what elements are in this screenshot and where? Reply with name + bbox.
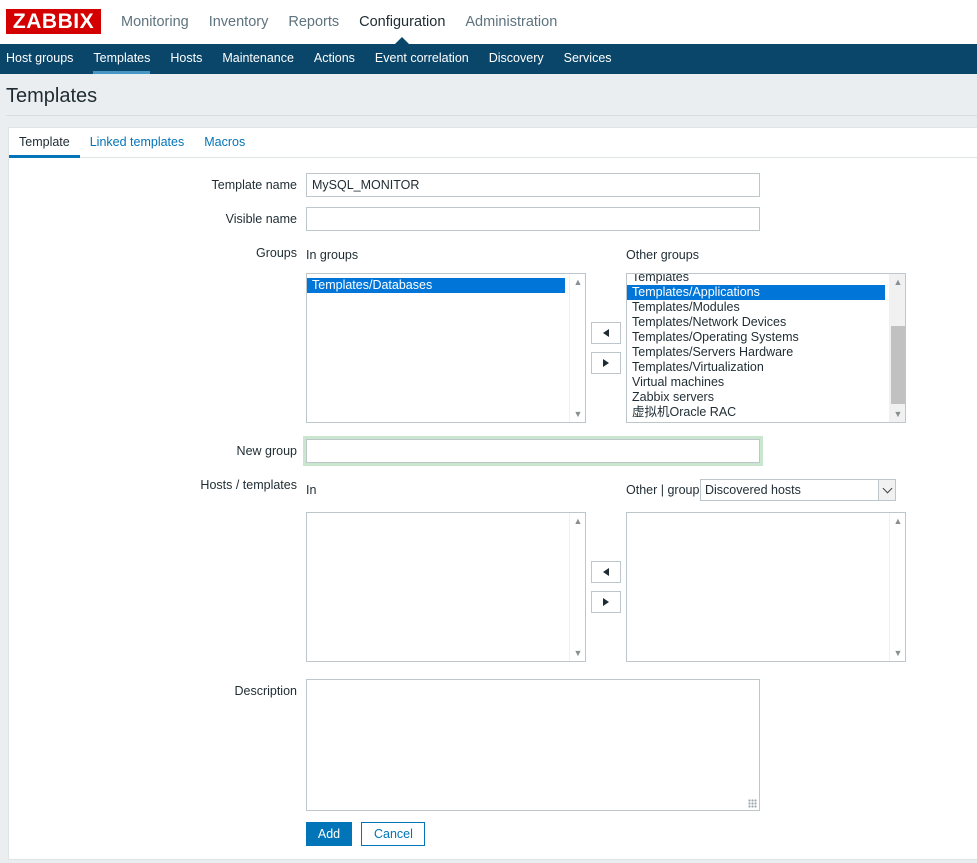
other-groups-scrollbar[interactable]: ▲ ▼ (889, 274, 905, 422)
scroll-thumb[interactable] (891, 326, 905, 404)
other-group-select[interactable]: Discovered hosts (700, 479, 896, 501)
resize-grip-icon[interactable] (748, 799, 757, 808)
dropdown-chevron-icon[interactable] (878, 480, 895, 500)
main-nav: Monitoring Inventory Reports Configurati… (111, 0, 567, 44)
subnav-hosts[interactable]: Hosts (160, 44, 212, 74)
in-groups-option[interactable]: Templates/Databases (307, 278, 565, 293)
scroll-up-icon[interactable]: ▲ (890, 513, 905, 529)
in-label: In (306, 483, 317, 497)
new-group-label: New group (236, 444, 297, 458)
nav-inventory[interactable]: Inventory (199, 0, 279, 44)
other-group-option[interactable]: Virtual machines (627, 375, 885, 390)
template-name-label: Template name (211, 178, 297, 192)
hosts-templates-label: Hosts / templates (200, 478, 297, 492)
tab-linked-templates[interactable]: Linked templates (80, 128, 195, 158)
scroll-up-icon[interactable]: ▲ (570, 274, 585, 290)
other-group-option[interactable]: Templates/Network Devices (627, 315, 885, 330)
nav-administration[interactable]: Administration (455, 0, 567, 44)
move-host-right-button[interactable] (591, 591, 621, 613)
in-groups-label: In groups (306, 248, 359, 262)
nav-configuration-label: Configuration (359, 14, 446, 30)
in-groups-list[interactable]: Templates/Databases ▲ ▼ (306, 273, 586, 423)
other-groups-list[interactable]: Templates Templates/Applications Templat… (626, 273, 906, 423)
move-host-left-button[interactable] (591, 561, 621, 583)
other-group-option[interactable]: Templates/Virtualization (627, 360, 885, 375)
template-name-input[interactable]: MySQL_MONITOR (306, 173, 760, 197)
arrow-right-icon (603, 598, 609, 606)
scroll-up-icon[interactable]: ▲ (570, 513, 585, 529)
description-label: Description (234, 684, 297, 698)
other-group-label: Other | group (626, 483, 700, 497)
zabbix-logo[interactable]: ZABBIX (6, 9, 101, 34)
other-group-option[interactable]: Templates/Servers Hardware (627, 345, 885, 360)
in-groups-scrollbar[interactable]: ▲ ▼ (569, 274, 585, 422)
scroll-down-icon[interactable]: ▼ (890, 406, 905, 422)
form-tabs: Template Linked templates Macros (9, 128, 977, 158)
other-group-option[interactable]: Templates/Operating Systems (627, 330, 885, 345)
in-hosts-scrollbar[interactable]: ▲ ▼ (569, 513, 585, 661)
other-group-option[interactable]: Zabbix servers (627, 390, 885, 405)
move-group-right-button[interactable] (591, 352, 621, 374)
sub-nav: Host groups Templates Hosts Maintenance … (0, 44, 977, 74)
other-group-option[interactable]: Templates/Modules (627, 300, 885, 315)
subnav-host-groups[interactable]: Host groups (0, 44, 83, 74)
nav-monitoring[interactable]: Monitoring (111, 0, 199, 44)
arrow-left-icon (603, 568, 609, 576)
scroll-down-icon[interactable]: ▼ (570, 406, 585, 422)
cancel-button[interactable]: Cancel (361, 822, 425, 846)
arrow-right-icon (603, 359, 609, 367)
other-hosts-list[interactable]: ▲ ▼ (626, 512, 906, 662)
other-group-option[interactable]: Templates (627, 274, 885, 285)
scroll-down-icon[interactable]: ▼ (890, 645, 905, 661)
top-header: ZABBIX Monitoring Inventory Reports Conf… (0, 0, 977, 44)
move-group-left-button[interactable] (591, 322, 621, 344)
scroll-up-icon[interactable]: ▲ (890, 274, 905, 290)
subnav-discovery[interactable]: Discovery (479, 44, 554, 74)
nav-reports[interactable]: Reports (278, 0, 349, 44)
subnav-event-correlation[interactable]: Event correlation (365, 44, 479, 74)
in-hosts-list[interactable]: ▲ ▼ (306, 512, 586, 662)
title-divider (6, 115, 977, 116)
other-group-select-value: Discovered hosts (705, 483, 801, 497)
subnav-templates[interactable]: Templates (83, 44, 160, 74)
nav-configuration[interactable]: Configuration (349, 0, 455, 44)
subnav-maintenance[interactable]: Maintenance (212, 44, 304, 74)
visible-name-label: Visible name (225, 212, 297, 226)
page-title: Templates (6, 85, 98, 107)
new-group-input[interactable] (306, 439, 760, 463)
tab-template[interactable]: Template (9, 128, 80, 158)
tab-macros[interactable]: Macros (194, 128, 255, 158)
scroll-down-icon[interactable]: ▼ (570, 645, 585, 661)
arrow-left-icon (603, 329, 609, 337)
form-container: Template Linked templates Macros Templat… (8, 127, 977, 860)
other-groups-label: Other groups (626, 248, 699, 262)
other-group-option[interactable]: 虚拟机Oracle RAC (627, 405, 885, 420)
groups-label: Groups (256, 246, 297, 260)
active-caret-icon (395, 37, 410, 44)
other-hosts-scrollbar[interactable]: ▲ ▼ (889, 513, 905, 661)
subnav-actions[interactable]: Actions (304, 44, 365, 74)
add-button[interactable]: Add (306, 822, 352, 846)
other-group-option[interactable]: Templates/Applications (627, 285, 885, 300)
subnav-services[interactable]: Services (554, 44, 622, 74)
visible-name-input[interactable] (306, 207, 760, 231)
description-textarea[interactable] (306, 679, 760, 811)
